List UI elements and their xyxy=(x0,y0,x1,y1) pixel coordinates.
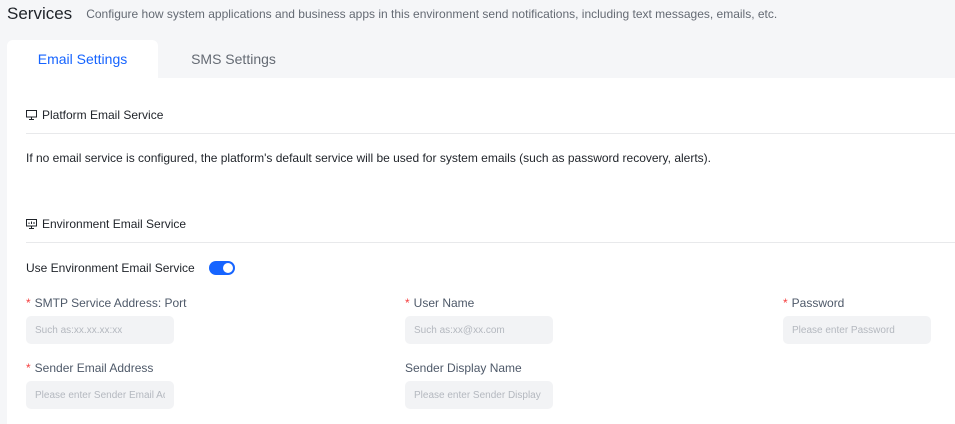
environment-email-section-header: Environment Email Service xyxy=(26,217,186,231)
email-settings-panel: Platform Email Service If no email servi… xyxy=(7,78,955,424)
divider xyxy=(26,133,955,134)
platform-email-section-header: Platform Email Service xyxy=(26,108,163,122)
required-mark: * xyxy=(26,361,31,375)
monitor-icon xyxy=(26,110,37,120)
password-label-text: Password xyxy=(791,296,845,310)
platform-email-section-title: Platform Email Service xyxy=(42,108,164,122)
required-mark: * xyxy=(26,296,31,310)
required-mark: * xyxy=(783,296,788,310)
smtp-label-text: SMTP Service Address: Port xyxy=(34,296,187,310)
username-label: * User Name xyxy=(405,296,474,310)
sender-display-name-input[interactable] xyxy=(405,381,553,409)
password-input[interactable] xyxy=(783,316,931,344)
tab-sms-settings[interactable]: SMS Settings xyxy=(158,40,309,78)
sender-display-name-label-text: Sender Display Name xyxy=(405,361,522,375)
username-input[interactable] xyxy=(405,316,553,344)
password-label: * Password xyxy=(783,296,844,310)
page-header: Services Configure how system applicatio… xyxy=(7,0,777,28)
required-mark: * xyxy=(405,296,410,310)
environment-email-toggle[interactable] xyxy=(208,261,235,275)
username-label-text: User Name xyxy=(413,296,475,310)
sender-display-name-label: Sender Display Name xyxy=(405,361,522,375)
sender-email-input[interactable] xyxy=(26,381,174,409)
environment-email-toggle-row: Use Environment Email Service xyxy=(26,261,235,275)
platform-email-note: If no email service is configured, the p… xyxy=(26,151,712,165)
tab-email-settings[interactable]: Email Settings xyxy=(7,40,158,78)
sender-email-label-text: Sender Email Address xyxy=(34,361,154,375)
sender-email-label: * Sender Email Address xyxy=(26,361,153,375)
divider xyxy=(26,242,955,243)
smtp-label: * SMTP Service Address: Port xyxy=(26,296,187,310)
tab-bar: Email Settings SMS Settings xyxy=(7,40,309,78)
toggle-knob xyxy=(222,263,233,273)
page-description: Configure how system applications and bu… xyxy=(86,7,778,21)
monitor-chart-icon xyxy=(26,219,37,229)
smtp-address-input[interactable] xyxy=(26,316,174,344)
environment-email-toggle-label: Use Environment Email Service xyxy=(26,261,195,275)
page-title: Services xyxy=(7,4,73,23)
environment-email-section-title: Environment Email Service xyxy=(42,217,187,231)
